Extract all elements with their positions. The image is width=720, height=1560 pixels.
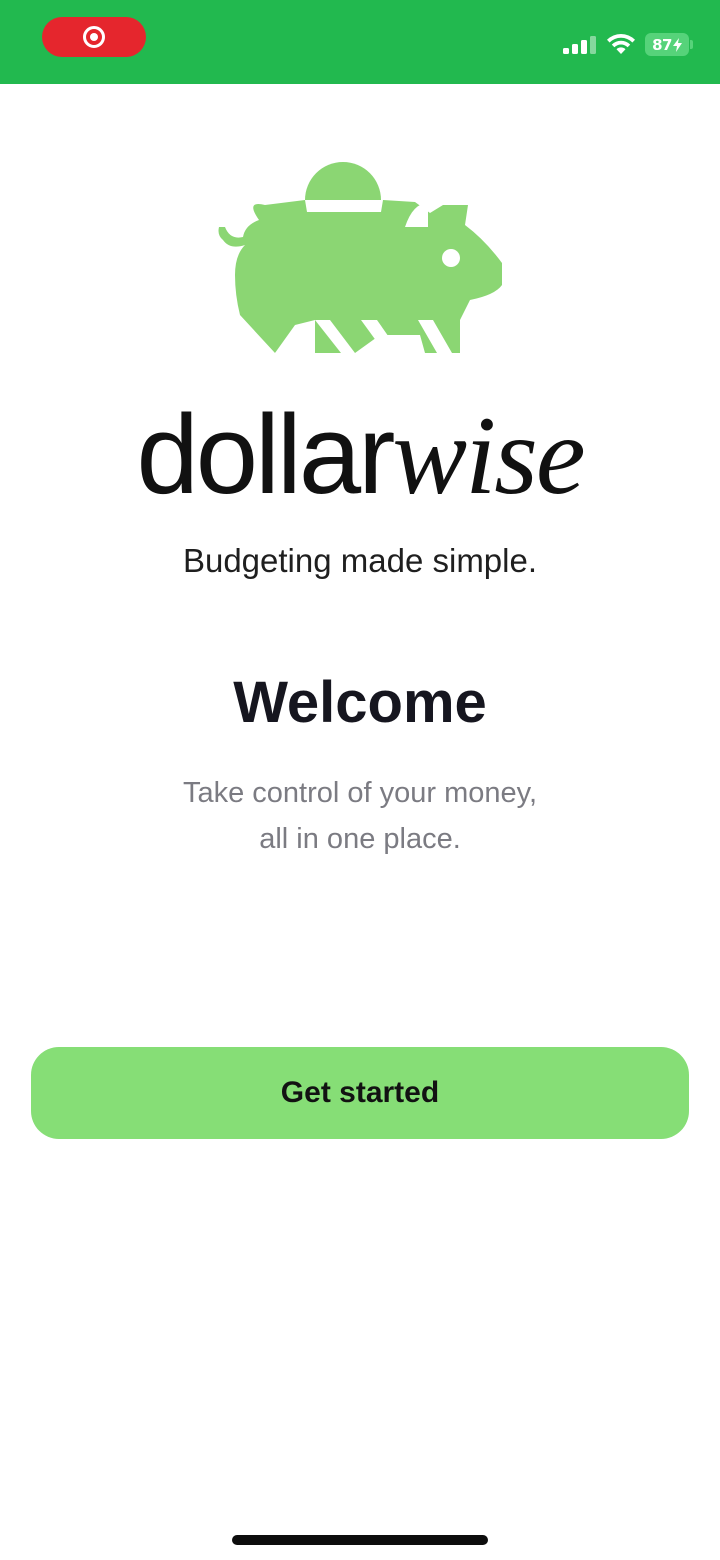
welcome-subtitle: Take control of your money, all in one p… (0, 770, 720, 862)
get-started-button[interactable]: Get started (31, 1047, 689, 1139)
status-bar: 87 (0, 0, 720, 84)
brand-name-part-2: wise (392, 394, 585, 518)
brand-tagline: Budgeting made simple. (182, 542, 538, 579)
wifi-icon (607, 34, 635, 54)
battery-cap (690, 40, 693, 49)
brand-name-part-1: dollar (136, 392, 395, 517)
screen-recording-indicator[interactable] (42, 17, 146, 57)
welcome-subtitle-line-2: all in one place. (259, 823, 461, 855)
welcome-title: Welcome (233, 670, 487, 735)
welcome-subtitle-line-1: Take control of your money, (182, 777, 538, 809)
screen-recording-icon (83, 26, 105, 48)
piggy-bank-icon (218, 162, 502, 353)
brand-wordmark: dollarwise (0, 392, 720, 518)
charging-bolt-icon (672, 37, 682, 52)
battery-indicator: 87 (645, 33, 689, 56)
home-indicator[interactable] (232, 1535, 488, 1545)
cellular-signal-icon (563, 36, 596, 54)
battery-level: 87 (652, 35, 672, 54)
